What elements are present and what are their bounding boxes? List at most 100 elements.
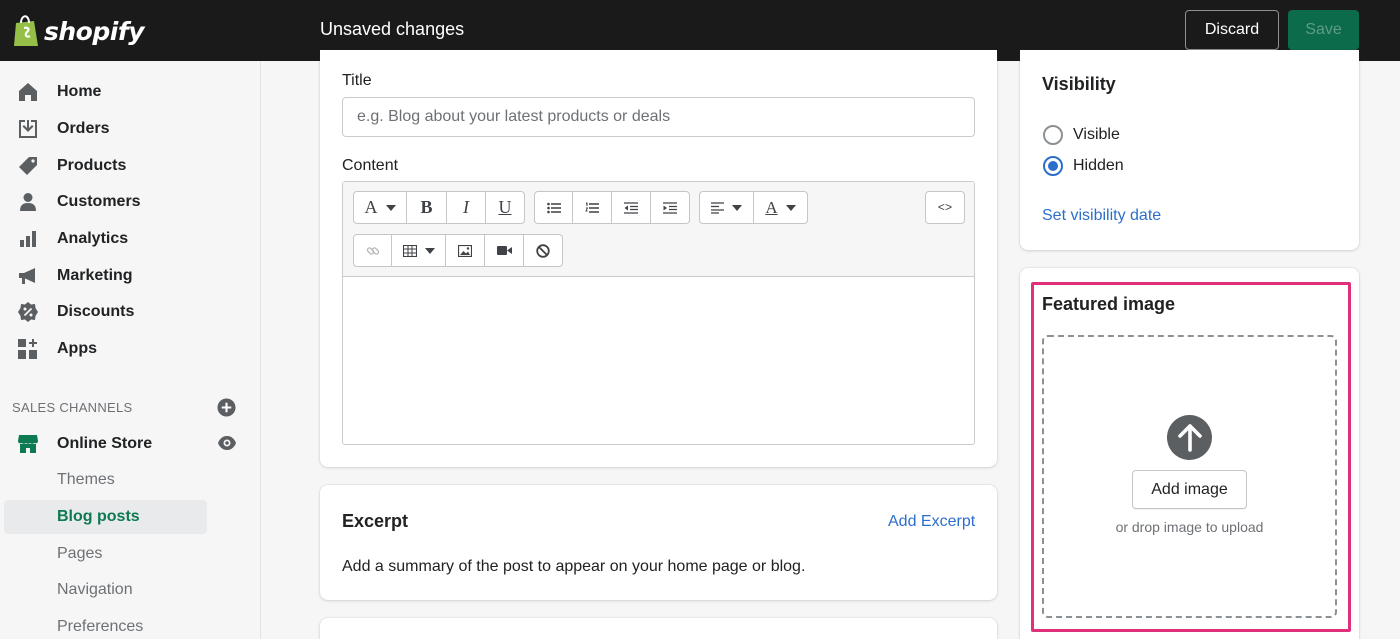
chevron-down-icon: [424, 247, 435, 254]
shopify-bag-icon: [14, 15, 38, 46]
sidebar-item-label: Apps: [57, 340, 97, 357]
insert-video-button[interactable]: [485, 235, 524, 266]
store-icon: [17, 433, 39, 455]
sidebar-item-online-store[interactable]: Online Store: [0, 428, 250, 460]
indent-button[interactable]: [651, 192, 689, 223]
visible-radio[interactable]: [1043, 125, 1063, 145]
featured-image-heading: Featured image: [1042, 294, 1176, 314]
discount-icon: [17, 301, 39, 323]
sidebar-item-apps[interactable]: Apps: [0, 333, 250, 365]
alignment-group: A: [699, 191, 808, 224]
underline-button[interactable]: U: [486, 192, 524, 223]
add-excerpt-link[interactable]: Add Excerpt: [888, 513, 975, 531]
chevron-down-icon: [385, 204, 396, 211]
sidebar-subitem-themes[interactable]: Themes: [4, 463, 207, 497]
font-icon: A: [364, 197, 378, 217]
content-label: Content: [342, 157, 399, 174]
title-input[interactable]: [342, 97, 975, 137]
image-icon: [458, 244, 472, 257]
align-dropdown[interactable]: [700, 192, 754, 223]
shopify-logo[interactable]: shopify: [12, 13, 145, 49]
sidebar-item-label: Analytics: [57, 230, 129, 247]
bold-button[interactable]: B: [407, 192, 447, 223]
sidebar: Home Orders Products Customers Analytics…: [0, 61, 261, 639]
person-icon: [17, 191, 39, 213]
sidebar-item-home[interactable]: Home: [0, 76, 250, 108]
insert-group: [353, 234, 563, 267]
bar-chart-icon: [17, 228, 39, 250]
eye-icon[interactable]: [217, 435, 237, 451]
sidebar-subitem-preferences[interactable]: Preferences: [4, 610, 207, 639]
bold-icon: B: [420, 197, 433, 217]
add-sales-channel-icon[interactable]: [217, 398, 236, 417]
list-group: [534, 191, 690, 224]
bullet-list-icon: [546, 202, 561, 213]
sidebar-subitem-label: Blog posts: [57, 508, 140, 525]
sidebar-subitem-label: Preferences: [57, 618, 144, 635]
text-format-group: A B I U: [353, 191, 525, 224]
underline-icon: U: [498, 197, 512, 217]
sidebar-item-label: Online Store: [57, 435, 153, 452]
link-icon: [366, 246, 379, 255]
text-color-dropdown[interactable]: A: [754, 192, 807, 223]
content-editor: A B I U A <>: [342, 181, 975, 445]
link-button[interactable]: [354, 235, 392, 266]
sidebar-subitem-label: Themes: [57, 471, 115, 488]
video-icon: [496, 246, 512, 255]
sidebar-item-products[interactable]: Products: [0, 150, 250, 182]
upload-arrow-icon: [1167, 415, 1212, 460]
sidebar-item-analytics[interactable]: Analytics: [0, 223, 250, 255]
sidebar-item-customers[interactable]: Customers: [0, 186, 250, 218]
sidebar-item-label: Marketing: [57, 267, 133, 284]
editor-body[interactable]: [343, 278, 974, 444]
visible-radio-label[interactable]: Visible: [1073, 126, 1120, 144]
sidebar-subitem-navigation[interactable]: Navigation: [4, 573, 207, 607]
sidebar-subitem-blog-posts[interactable]: Blog posts: [4, 500, 207, 534]
orders-icon: [17, 118, 39, 140]
table-dropdown[interactable]: [392, 235, 446, 266]
sidebar-subitem-pages[interactable]: Pages: [4, 537, 207, 571]
sidebar-item-label: Products: [57, 157, 127, 174]
logo-text: shopify: [44, 16, 145, 46]
sidebar-item-discounts[interactable]: Discounts: [0, 296, 250, 328]
outdent-button[interactable]: [612, 192, 651, 223]
next-card: [320, 618, 997, 639]
indent-icon: [663, 201, 677, 214]
sidebar-item-label: Customers: [57, 193, 141, 210]
save-button[interactable]: Save: [1288, 10, 1359, 50]
add-image-button[interactable]: Add image: [1132, 470, 1247, 509]
sidebar-item-marketing[interactable]: Marketing: [0, 260, 250, 292]
outdent-icon: [624, 201, 638, 214]
megaphone-icon: [17, 265, 39, 287]
italic-icon: I: [463, 197, 469, 217]
sidebar-subitem-label: Navigation: [57, 581, 133, 598]
clear-formatting-button[interactable]: [524, 235, 562, 266]
sidebar-item-orders[interactable]: Orders: [0, 113, 250, 145]
html-view-button[interactable]: <>: [926, 192, 964, 223]
table-icon: [402, 244, 417, 257]
insert-image-button[interactable]: [446, 235, 485, 266]
discard-button[interactable]: Discard: [1185, 10, 1279, 50]
hidden-radio-label[interactable]: Hidden: [1073, 157, 1124, 175]
editor-toolbar: A B I U A <>: [343, 182, 974, 277]
drop-hint-text: or drop image to upload: [1115, 519, 1264, 535]
italic-button[interactable]: I: [447, 192, 486, 223]
sidebar-item-label: Orders: [57, 120, 110, 137]
sidebar-item-label: Home: [57, 83, 102, 100]
align-left-icon: [711, 201, 724, 214]
code-group: <>: [925, 191, 965, 224]
title-label: Title: [342, 72, 372, 89]
unsaved-changes-label: Unsaved changes: [320, 19, 465, 39]
excerpt-description: Add a summary of the post to appear on y…: [342, 558, 806, 575]
visibility-heading: Visibility: [1042, 74, 1116, 94]
sidebar-subitem-label: Pages: [57, 545, 103, 562]
set-visibility-date-link[interactable]: Set visibility date: [1042, 207, 1161, 225]
font-style-dropdown[interactable]: A: [354, 192, 407, 223]
hidden-radio[interactable]: [1043, 156, 1063, 176]
bullet-list-button[interactable]: [535, 192, 573, 223]
numbered-list-button[interactable]: [573, 192, 612, 223]
numbered-list-icon: [585, 202, 599, 213]
sales-channels-heading: SALES CHANNELS: [12, 400, 133, 415]
chevron-down-icon: [785, 204, 796, 211]
chevron-down-icon: [732, 204, 742, 211]
